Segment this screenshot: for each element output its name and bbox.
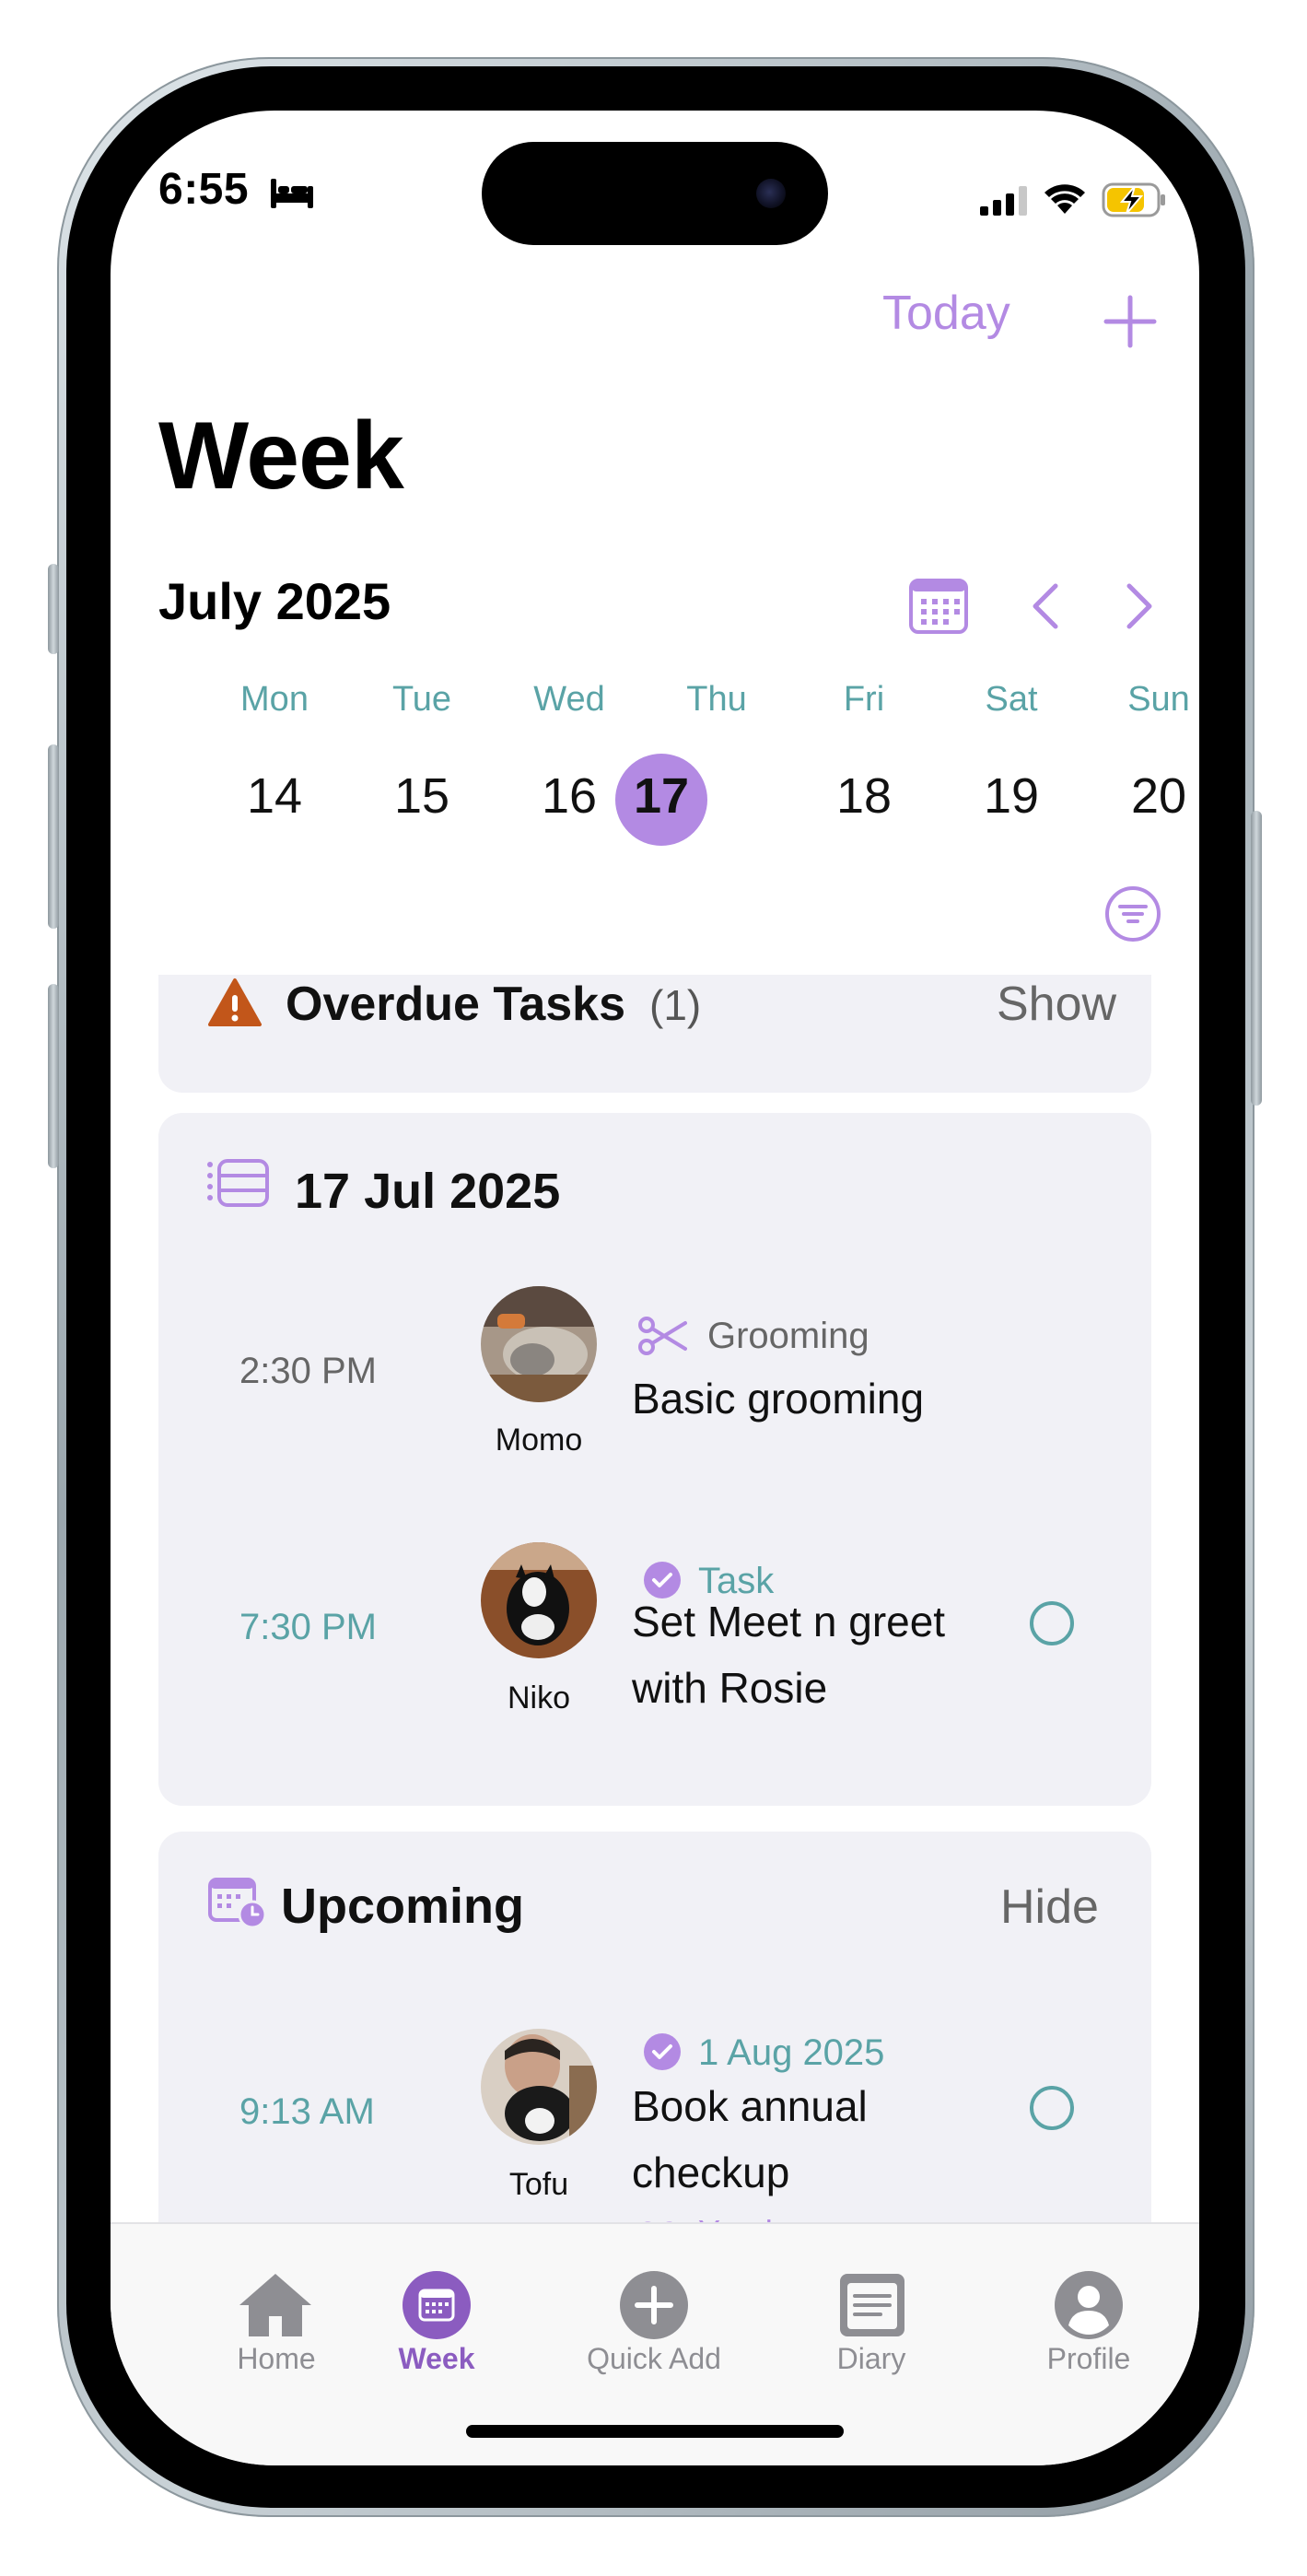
overdue-count: (1) xyxy=(649,981,702,1029)
camera-icon xyxy=(756,179,786,208)
day-number[interactable]: 18 xyxy=(809,768,919,824)
item-category: Grooming xyxy=(707,1316,869,1356)
pet-name: Niko xyxy=(507,1680,571,1715)
house-icon xyxy=(239,2274,311,2336)
chevron-right-icon[interactable] xyxy=(1120,582,1157,630)
month-label: July 2025 xyxy=(158,572,391,630)
complete-toggle[interactable] xyxy=(1030,2086,1074,2130)
pet-avatar-tofu[interactable] xyxy=(481,2029,597,2145)
tab-label-active[interactable]: Week xyxy=(344,2342,529,2376)
weekday-label: Tue xyxy=(391,680,452,719)
item-title[interactable]: Basic grooming xyxy=(632,1365,924,1432)
tab-label[interactable]: Profile xyxy=(997,2342,1181,2376)
day-number[interactable]: 19 xyxy=(956,768,1067,824)
screen: 6:55 Today Week July 2025 Mon Tue Wed Th… xyxy=(111,111,1199,2465)
item-title-line2[interactable]: checkup xyxy=(632,2139,789,2206)
home-indicator[interactable] xyxy=(466,2425,844,2438)
day-number[interactable]: 15 xyxy=(367,768,477,824)
volume-down-button xyxy=(48,984,59,1168)
item-time: 2:30 PM xyxy=(239,1351,377,1391)
pet-avatar-niko[interactable] xyxy=(481,1542,597,1658)
show-overdue-button[interactable]: Show xyxy=(997,977,1116,1032)
upcoming-title: Upcoming xyxy=(281,1879,524,1934)
add-icon[interactable] xyxy=(1103,295,1157,348)
upcoming-calendar-icon xyxy=(208,1878,267,1929)
bed-icon xyxy=(271,179,313,208)
weekday-label: Sat xyxy=(985,680,1038,719)
calendar-icon[interactable] xyxy=(402,2270,472,2340)
plus-circle-icon[interactable] xyxy=(619,2270,689,2340)
weekday-label: Thu xyxy=(686,680,747,719)
scissors-icon xyxy=(638,1317,687,1355)
volume-up-button xyxy=(48,744,59,929)
list-icon xyxy=(207,1159,269,1207)
item-time: 7:30 PM xyxy=(239,1607,377,1647)
weekday-label: Sun xyxy=(1127,680,1190,719)
weekday-label: Fri xyxy=(843,680,885,719)
person-circle-icon[interactable] xyxy=(1054,2270,1124,2340)
day-number[interactable]: 20 xyxy=(1103,768,1199,824)
action-button xyxy=(48,564,59,654)
overdue-title: Overdue Tasks xyxy=(286,978,626,1031)
pet-name: Tofu xyxy=(508,2167,569,2202)
pet-name: Momo xyxy=(495,1423,583,1458)
weekday-label: Mon xyxy=(240,680,309,719)
day-number-selected[interactable]: 17 xyxy=(606,768,717,824)
status-time: 6:55 xyxy=(158,165,250,214)
calendar-picker-icon[interactable] xyxy=(908,575,969,636)
hide-upcoming-button[interactable]: Hide xyxy=(1000,1879,1099,1935)
dynamic-island xyxy=(482,142,828,245)
pet-avatar-momo[interactable] xyxy=(481,1286,597,1402)
tab-label: Home xyxy=(237,2342,316,2375)
today-button[interactable]: Today xyxy=(882,286,1010,341)
filter-icon[interactable] xyxy=(1103,884,1162,943)
day-number[interactable]: 14 xyxy=(219,768,330,824)
cellular-signal-icon xyxy=(980,186,1027,216)
item-due-date: 1 Aug 2025 xyxy=(698,2032,885,2073)
tab-label[interactable]: Diary xyxy=(779,2342,963,2376)
power-button xyxy=(1251,811,1262,1106)
chevron-left-icon[interactable] xyxy=(1028,582,1065,630)
item-title-line1[interactable]: Set Meet n greet xyxy=(632,1588,945,1655)
item-title-line2[interactable]: with Rosie xyxy=(632,1655,827,1721)
wifi-icon xyxy=(1044,184,1085,214)
notebook-icon[interactable] xyxy=(838,2272,906,2338)
battery-charging-icon xyxy=(1102,182,1165,217)
page-title: Week xyxy=(158,403,404,509)
item-time: 9:13 AM xyxy=(239,2091,375,2132)
item-title-line1[interactable]: Book annual xyxy=(632,2073,868,2139)
warning-icon xyxy=(208,978,262,1026)
section-date: 17 Jul 2025 xyxy=(295,1164,561,1219)
tab-label[interactable]: Quick Add xyxy=(562,2342,746,2376)
task-check-icon xyxy=(644,2033,681,2070)
complete-toggle[interactable] xyxy=(1030,1601,1074,1645)
weekday-label: Wed xyxy=(533,680,605,719)
